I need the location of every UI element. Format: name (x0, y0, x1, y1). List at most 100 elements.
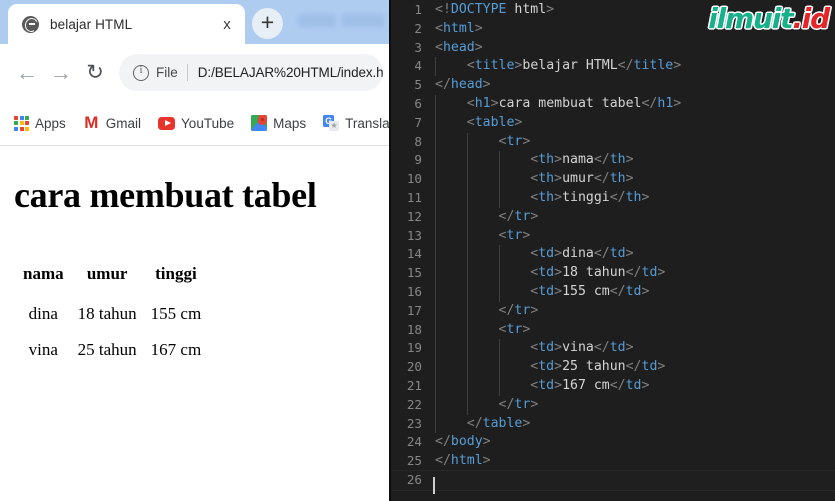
cell-nama: vina (28, 340, 58, 359)
code-token: body (450, 434, 483, 450)
code-text: <td>25 tahun</td> (431, 358, 665, 377)
forward-button[interactable]: → (44, 56, 78, 90)
code-token: table (474, 114, 515, 130)
gmail-icon: M (84, 112, 99, 132)
code-line[interactable]: 26 (391, 469, 835, 495)
address-bar-url: D:/BELAJAR%20HTML/index.html (197, 65, 383, 80)
code-token: td (641, 359, 658, 375)
code-text: <tr> (431, 321, 531, 340)
code-text: <td>vina</td> (431, 339, 633, 358)
code-token: tr (506, 321, 523, 337)
google-maps-icon (251, 115, 268, 131)
code-line[interactable]: 10 <th>umur</th> (391, 170, 835, 189)
code-token: > (482, 77, 491, 93)
code-line[interactable]: 16 <td>155 cm</td> (391, 282, 835, 302)
line-number: 15 (406, 265, 422, 281)
code-text: </tr> (431, 396, 539, 415)
new-tab-button[interactable]: + (252, 8, 283, 39)
rendered-html-table: nama umur tinggi dina 18 tahun 155 cm vi… (16, 262, 208, 368)
info-circle-icon[interactable] (133, 64, 149, 81)
code-token: tr (514, 208, 531, 224)
code-line[interactable]: 4 <title>belajar HTML</title> (391, 57, 835, 77)
code-token: > (482, 453, 491, 469)
code-token: > (625, 152, 634, 168)
code-line[interactable]: 20 <td>25 tahun</td> (391, 358, 835, 377)
code-line[interactable]: 19 <td>vina</td> (391, 339, 835, 359)
code-token: > (530, 208, 539, 224)
code-line[interactable]: 13 <tr> (391, 226, 835, 246)
code-line[interactable]: 15 <td>18 tahun</td> (391, 264, 835, 283)
code-text: </head> (431, 76, 491, 95)
code-token: </ (498, 302, 515, 318)
code-line[interactable]: 8 <tr> (391, 132, 835, 152)
code-token: < (466, 95, 475, 111)
line-number: 12 (406, 208, 422, 224)
code-line[interactable]: 22 </tr> (391, 395, 835, 415)
apps-grid-icon (14, 115, 29, 131)
code-token: th (538, 171, 555, 187)
code-token: td (538, 359, 555, 375)
code-line[interactable]: 21 <td>167 cm</td> (391, 376, 835, 396)
code-token: > (657, 359, 666, 375)
browser-tab-belajar-html[interactable]: belajar HTML x (8, 4, 245, 44)
code-token: table (482, 415, 523, 431)
bookmark-label: Maps (273, 115, 307, 131)
line-number: 17 (406, 302, 422, 318)
line-number: 2 (414, 20, 422, 36)
code-token: html (450, 453, 483, 469)
code-token: > (474, 39, 483, 55)
cell-umur: 25 tahun (77, 340, 137, 359)
bookmark-translate[interactable]: Translate (323, 115, 389, 131)
code-token: > (522, 133, 531, 149)
bookmark-label: Translate (345, 115, 389, 131)
line-number: 7 (414, 114, 422, 130)
code-text: <th>tinggi</th> (431, 189, 649, 208)
bookmark-maps[interactable]: Maps (251, 115, 306, 131)
code-token: </ (466, 415, 483, 431)
bookmark-gmail[interactable]: M Gmail (83, 112, 142, 132)
address-bar[interactable]: File D:/BELAJAR%20HTML/index.html (119, 54, 383, 91)
code-token: </ (625, 265, 642, 281)
code-line[interactable]: 24 </body> (391, 433, 835, 452)
code-token: </ (625, 359, 642, 375)
bookmark-label: Gmail (105, 115, 142, 131)
close-icon[interactable]: x (217, 14, 237, 34)
line-number: 11 (406, 189, 422, 205)
code-line[interactable]: 12 </tr> (391, 207, 835, 227)
code-line[interactable]: 7 <table> (391, 113, 835, 133)
back-button[interactable]: ← (10, 56, 44, 90)
code-token: td (538, 283, 555, 299)
chrome-browser-window: belajar HTML x + ← → ↻ File D:/BELAJAR%2… (0, 0, 389, 501)
code-line[interactable]: 9 <th>nama</th> (391, 151, 835, 171)
bookmark-apps[interactable]: Apps (14, 115, 66, 131)
code-line[interactable]: 14 <td>dina</td> (391, 245, 835, 265)
line-number: 8 (414, 133, 422, 149)
code-token: td (625, 283, 642, 299)
code-token: > (514, 114, 523, 130)
tab-title: belajar HTML (50, 16, 133, 32)
code-lines-container[interactable]: 1 <!DOCTYPE html> 2 <html> 3 <head> 4 <title>b… (391, 0, 835, 495)
line-number: 21 (406, 377, 422, 393)
code-line[interactable]: 25 </html> (391, 452, 835, 471)
code-line[interactable]: 6 <h1>cara membuat tabel</h1> (391, 94, 835, 114)
code-token: < (435, 20, 443, 36)
code-line[interactable]: 23 </table> (391, 414, 835, 434)
code-line[interactable]: 5 </head> (391, 76, 835, 95)
code-token: </ (498, 396, 515, 412)
code-token: tr (514, 302, 531, 318)
code-line[interactable]: 3 <head> (391, 39, 835, 58)
code-line[interactable]: 17 </tr> (391, 301, 835, 321)
code-token: th (625, 189, 642, 205)
bookmark-youtube[interactable]: YouTube (158, 116, 234, 131)
reload-button[interactable]: ↻ (78, 56, 112, 90)
code-token: td (538, 265, 555, 281)
code-token: th (538, 152, 555, 168)
code-editor-pane[interactable]: ilmuit.id 1 <!DOCTYPE html> 2 <html> 3 <head>… (389, 0, 835, 501)
code-line[interactable]: 11 <th>tinggi</th> (391, 188, 835, 208)
code-line[interactable]: 18 <tr> (391, 320, 835, 340)
